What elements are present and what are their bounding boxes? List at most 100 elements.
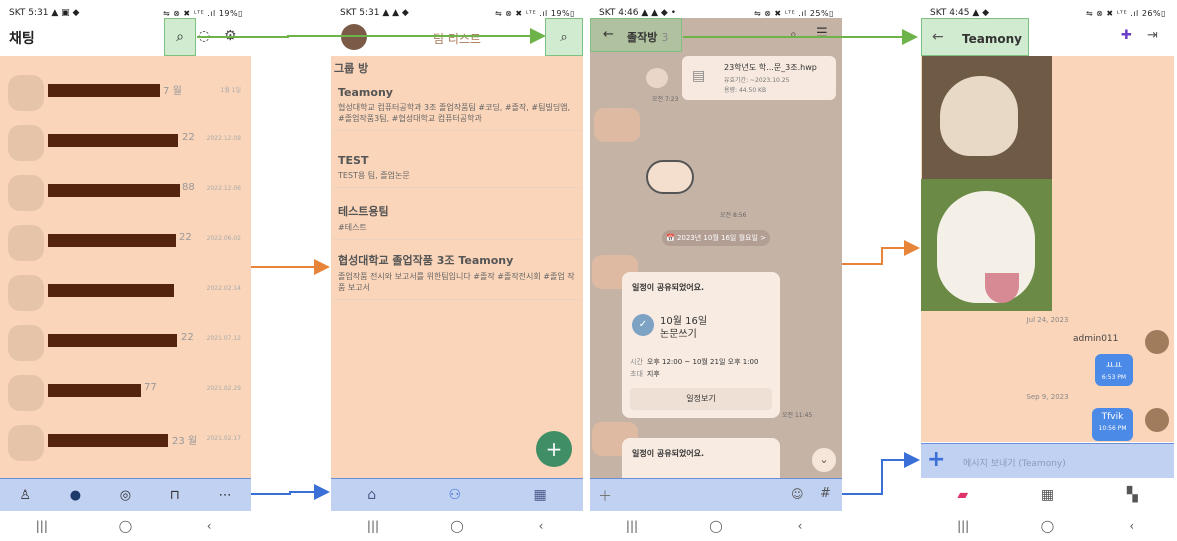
more-icon[interactable]: ⋯ [219,488,232,503]
blue-arrow [251,484,330,500]
back-button[interactable]: ← 졸작방 3 [590,18,682,52]
file-size: 용량: 44.50 KB [724,87,767,94]
status-left: SKT 4:45 ▲ ◆ [930,8,990,18]
chat-member-count: 22 [182,132,195,143]
avatar [8,375,44,411]
exit-icon[interactable]: ⇥ [1147,28,1158,43]
emoji-icon[interactable]: ☺ [791,487,804,501]
file-expiry: 유효기간: ~2023.10.25 [724,77,790,84]
chat-row[interactable]: 22 2022.06.02 [0,219,251,269]
calendar-tab-icon[interactable]: ▦ [1041,487,1054,503]
message-input[interactable]: 메시지 보내기 (Teamony) [963,456,1066,469]
file-name: 23학년도 학...문_3조.hwp [724,63,817,72]
chat-row[interactable]: 2022.02.14 [0,269,251,319]
dog-photo[interactable] [921,179,1052,311]
home-button[interactable]: ◯ [701,519,731,533]
room-card[interactable]: TEST TEST용 팀, 졸업논문 [333,148,581,188]
chat-row[interactable]: 7 월 1월 1일 [0,69,251,119]
room-card[interactable]: Teamony 협성대학교 컴퓨터공학과 3조 졸업작품팀 #코딩, #졸작, … [333,80,581,131]
date-divider[interactable]: 📅 2023년 10월 16일 월요일 > [662,230,770,246]
back-arrow-icon: ← [932,29,944,45]
recent-apps-button[interactable]: ||| [27,519,57,533]
chat-name-redacted [48,284,174,297]
new-chat-icon[interactable]: ◌ [198,28,210,44]
recent-apps-button[interactable]: ||| [617,519,647,533]
calendar-icon[interactable]: ▦ [534,487,547,503]
view-schedule-button[interactable]: 일정보기 [630,388,772,410]
avatar [8,175,44,211]
photo-detail [985,273,1019,303]
message-text: ㅛㅛ [1105,361,1123,371]
file-message[interactable]: ▤ 23학년도 학...문_3조.hwp 유효기간: ~2023.10.25 용… [682,56,836,100]
chat-icon[interactable]: ● [70,488,81,503]
plus-icon[interactable]: + [927,447,945,472]
settings-icon[interactable]: ⚙ [224,28,237,44]
search-button[interactable]: ⌕ [545,18,583,56]
bottom-tab-bar: ⌂ ⚇ ▦ [331,478,583,511]
section-title: 그룹 방 [334,62,369,75]
room-card[interactable]: 협성대학교 졸업작품 3조 Teamony 졸업작품 전시와 보고서를 위한팀입… [333,246,581,300]
message-input-bar: ＋ ☺ # [590,478,842,511]
schedule-event: 논문쓰기 [660,329,697,340]
dog-photo[interactable] [922,56,1052,179]
room-name: 협성대학교 졸업작품 3조 Teamony [338,254,514,267]
plus-icon[interactable]: ＋ [598,486,612,506]
message-area: Jul 24, 2023 admin011 ㅛㅛ 6:53 PM Sep 9, … [921,56,1174,442]
create-team-button[interactable]: + [536,431,572,467]
search-button[interactable]: ⌕ [164,18,196,56]
status-right: ⇋ ⊗ ✖ ᴸᵀᴱ .ıl 19%▯ [162,8,243,18]
chat-row[interactable]: 77 2021.02.29 [0,369,251,419]
room-desc: 졸업작품 전시와 보고서를 위한팀입니다 #졸작 #졸작전시회 #졸업 작품 보… [338,272,575,292]
chat-member-count: 23 월 [172,436,198,447]
open-chat-icon[interactable]: ◎ [120,488,131,503]
status-bar: SKT 5:31 ▲ ▣ ◆ ⇋ ⊗ ✖ ᴸᵀᴱ .ıl 19%▯ [0,0,251,20]
chat-tab-icon[interactable]: ▰ [957,487,968,503]
avatar [8,275,44,311]
room-card[interactable]: 테스트용팀 #테스트 [333,197,581,240]
back-button[interactable]: ‹ [194,519,224,533]
chat-member-count: 7 월 [163,86,182,97]
back-button[interactable]: ← Teamony [921,18,1029,56]
photo-subject [940,76,1018,156]
recent-apps-button[interactable]: ||| [948,519,978,533]
back-button[interactable]: ‹ [785,519,815,533]
status-left: SKT 5:31 ▲ ▣ ◆ [9,8,80,18]
recent-apps-button[interactable]: ||| [358,519,388,533]
message-time: 6:53 PM [1101,374,1127,381]
shop-icon[interactable]: ⊓ [170,488,180,503]
status-left: SKT 5:31 ▲ ▲ ◆ [340,8,409,18]
sender-name: admin011 [1073,334,1119,344]
page-title: 채팅 [9,31,35,47]
avatar [8,75,44,111]
message-bubble[interactable]: ㅛㅛ 6:53 PM [1095,354,1133,386]
schedule-title: 일정이 공유되었어요. [632,449,705,458]
home-button[interactable]: ◯ [442,519,472,533]
add-user-icon[interactable]: ✚ [1121,28,1132,43]
home-icon[interactable]: ⌂ [367,487,376,503]
back-arrow-icon: ← [603,27,614,42]
chat-row[interactable]: 23 월 2021.02.17 [0,419,251,469]
home-button[interactable]: ◯ [110,519,140,533]
team-icon[interactable]: ⚇ [449,487,462,503]
hashtag-icon[interactable]: # [820,486,831,501]
home-button[interactable]: ◯ [1032,519,1062,533]
dashboard-tab-icon[interactable]: ▚ [1127,487,1138,503]
chat-row[interactable]: 22 2021.07.12 [0,319,251,369]
schedule-card: 일정이 공유되었어요. [622,438,780,478]
orange-arrow [842,240,920,265]
search-icon[interactable]: ⌕ [790,27,797,42]
person-icon[interactable]: ♙ [19,488,31,503]
status-bar: SKT 4:45 ▲ ◆ ⇋ ⊗ ✖ ᴸᵀᴱ .ıl 26%▯ [921,0,1174,20]
chat-name-redacted [48,384,141,397]
scroll-down-button[interactable]: ⌄ [812,448,836,472]
back-button[interactable]: ‹ [526,519,556,533]
calendar-check-icon: ✓ [632,314,654,336]
message-bubble[interactable]: Tfvik 10:56 PM [1092,408,1133,441]
menu-icon[interactable]: ☰ [816,26,828,41]
chat-name-redacted [48,134,178,147]
chat-row[interactable]: 22 2022.12.09 [0,119,251,169]
chat-row[interactable]: 88 2022.12.06 [0,169,251,219]
chat-date: 1월 1일 [220,87,241,94]
message-time: 오전 11:45 [782,412,813,419]
back-button[interactable]: ‹ [1117,519,1147,533]
